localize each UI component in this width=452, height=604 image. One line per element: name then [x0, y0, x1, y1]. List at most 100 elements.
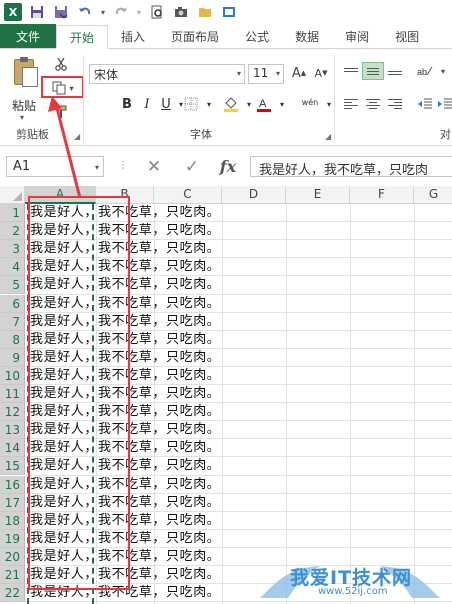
align-middle-button[interactable]	[362, 62, 384, 80]
gridline	[414, 204, 415, 604]
tab-home[interactable]: 开始	[56, 25, 109, 49]
align-bottom-button[interactable]	[384, 62, 406, 80]
borders-icon[interactable]	[182, 95, 200, 113]
undo-icon[interactable]	[76, 3, 94, 21]
insert-function-icon[interactable]: fx	[216, 156, 240, 177]
phonetic-button[interactable]: wén	[298, 93, 322, 111]
tab-formulas[interactable]: 公式	[232, 24, 282, 48]
align-center-button[interactable]	[362, 95, 384, 113]
format-painter-icon[interactable]	[50, 103, 72, 121]
fill-color-icon[interactable]	[222, 95, 240, 113]
grow-font-button[interactable]: A ▲	[288, 64, 310, 82]
watermark-url: www.52ij.com	[318, 586, 388, 597]
decrease-indent-icon[interactable]	[414, 95, 436, 113]
publish-icon[interactable]	[220, 3, 238, 21]
undo-dropdown-icon[interactable]: ▾	[100, 3, 106, 21]
font-name-dropdown-icon[interactable]: ▾	[237, 69, 241, 78]
font-size-dropdown-icon[interactable]: ▾	[276, 69, 280, 78]
row-header[interactable]: 5	[0, 276, 25, 295]
redo-dropdown-icon[interactable]: ▾	[136, 3, 142, 21]
row-header[interactable]: 8	[0, 330, 25, 349]
tab-insert[interactable]: 插入	[108, 24, 158, 48]
row-header[interactable]: 7	[0, 312, 25, 331]
row-header[interactable]: 3	[0, 240, 25, 259]
font-size-combo[interactable]: 11 ▾	[248, 64, 284, 84]
row-header[interactable]: 13	[0, 421, 25, 440]
paste-page-icon	[22, 67, 38, 87]
gridline	[350, 204, 351, 604]
row-header[interactable]: 11	[0, 385, 25, 403]
orientation-dropdown-icon[interactable]: ▾	[432, 62, 452, 80]
print-preview-icon[interactable]	[148, 3, 166, 21]
row-header[interactable]: 15	[0, 457, 25, 476]
row-header[interactable]: 19	[0, 529, 25, 548]
row-header[interactable]: 14	[0, 439, 25, 458]
copy-highlight-box	[41, 76, 84, 98]
row-header[interactable]: 20	[0, 547, 25, 566]
tab-data[interactable]: 数据	[282, 24, 332, 48]
row-header[interactable]: 1	[0, 204, 25, 222]
gridline	[222, 204, 223, 604]
column-header-d[interactable]: D	[222, 186, 286, 204]
italic-button[interactable]: I	[138, 95, 156, 113]
phonetic-dropdown-icon[interactable]: ▾	[320, 95, 338, 113]
column-header-f[interactable]: F	[350, 186, 414, 204]
formula-input[interactable]: 我是好人，我不吃草，只吃肉	[250, 156, 452, 177]
save-as-icon[interactable]	[52, 3, 70, 21]
tab-view[interactable]: 视图	[382, 24, 432, 48]
align-right-button[interactable]	[384, 95, 406, 113]
clipboard-launcher-icon[interactable]: ◢	[74, 132, 80, 141]
group-separator	[334, 55, 335, 143]
font-color-dropdown-icon[interactable]: ▾	[273, 95, 291, 113]
select-all-corner[interactable]	[0, 186, 25, 204]
row-header[interactable]: 16	[0, 475, 25, 494]
group-separator	[83, 55, 84, 143]
cancel-icon[interactable]: ✕	[142, 156, 166, 177]
row-header[interactable]: 17	[0, 493, 25, 512]
paste-dropdown-icon[interactable]: ▾	[20, 113, 24, 122]
row-header[interactable]: 6	[0, 294, 25, 313]
excel-logo-icon: X	[4, 3, 22, 21]
row-header[interactable]: 10	[0, 366, 25, 385]
camera-icon[interactable]	[172, 3, 190, 21]
tab-page-layout[interactable]: 页面布局	[158, 24, 232, 48]
tab-review[interactable]: 审阅	[332, 24, 382, 48]
align-left-button[interactable]	[340, 95, 362, 113]
folder-icon[interactable]	[196, 3, 214, 21]
cut-icon[interactable]	[50, 55, 72, 73]
paste-label: 粘贴	[12, 99, 37, 113]
name-box[interactable]: A1 ▾	[6, 156, 104, 177]
shrink-font-icon: A	[314, 66, 323, 80]
font-name-combo[interactable]: 宋体 ▾	[89, 64, 245, 84]
formula-bar: A1 ▾ ⋮ ✕ ✓ fx 我是好人，我不吃草，只吃肉	[0, 146, 452, 186]
paste-button[interactable]: 粘贴 ▾	[8, 57, 40, 122]
row-header[interactable]: 12	[0, 403, 25, 422]
row-header[interactable]: 21	[0, 566, 25, 584]
enter-icon[interactable]: ✓	[180, 156, 204, 177]
row-header[interactable]: 18	[0, 511, 25, 530]
formula-bar-grip-icon: ⋮	[118, 160, 128, 171]
row-header[interactable]: 2	[0, 222, 25, 241]
borders-dropdown-icon[interactable]: ▾	[200, 95, 218, 113]
shrink-font-button[interactable]: A ▼	[310, 64, 332, 82]
font-group-label: 字体	[190, 128, 212, 141]
row-header[interactable]: 4	[0, 258, 25, 277]
row-header[interactable]: 22	[0, 584, 25, 603]
font-size-value: 11	[253, 66, 269, 80]
column-header-g[interactable]: G	[414, 186, 452, 204]
row-header[interactable]: 9	[0, 348, 25, 367]
font-launcher-icon[interactable]: ◢	[325, 132, 331, 141]
increase-indent-icon[interactable]	[434, 95, 452, 113]
column-header-c[interactable]: C	[154, 186, 222, 204]
grow-font-icon: A	[291, 65, 301, 81]
column-header-e[interactable]: E	[286, 186, 350, 204]
align-top-button[interactable]	[340, 62, 362, 80]
redo-icon[interactable]	[112, 3, 130, 21]
save-icon[interactable]	[28, 3, 46, 21]
tab-file[interactable]: 文件	[0, 24, 57, 48]
font-color-icon[interactable]: A	[255, 95, 273, 113]
ribbon-home: 粘贴 ▾ ▾ 剪贴板 ◢ 宋体 ▾ 11 ▾ A ▲ A ▼ B I U ▾ ▾ ▾…	[0, 49, 452, 146]
bold-button[interactable]: B	[118, 95, 136, 113]
name-box-dropdown-icon[interactable]: ▾	[95, 163, 99, 172]
column-highlight-box	[28, 196, 130, 590]
